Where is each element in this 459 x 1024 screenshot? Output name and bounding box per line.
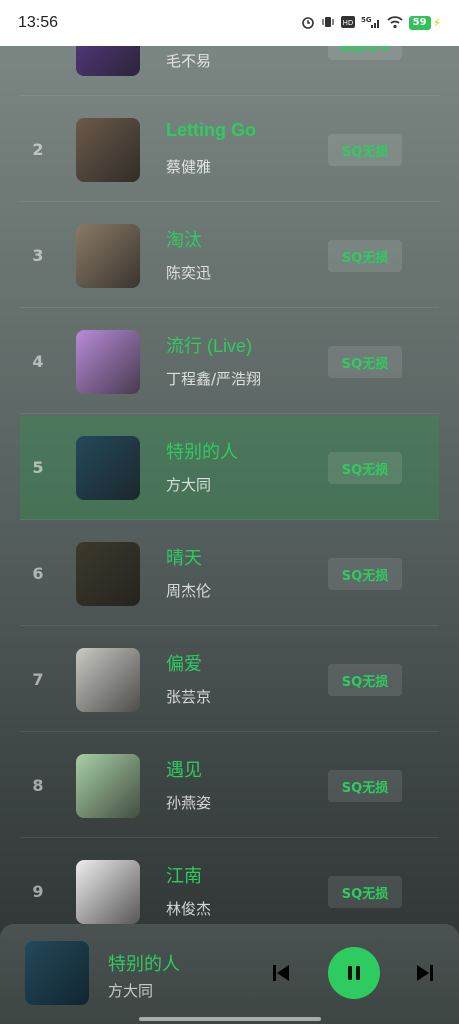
now-playing-title[interactable]: 特别的人 [108, 950, 180, 976]
now-playing-cover[interactable] [25, 941, 89, 1005]
quality-badge: SQ无损 [328, 452, 402, 484]
quality-badge: SQ无损 [328, 876, 402, 908]
battery-indicator: 59 ⚡ [408, 16, 441, 30]
song-title[interactable]: Letting Go [166, 120, 256, 141]
skip-next-icon [417, 965, 433, 981]
status-bar: 13:56 HD 5G 59 ⚡ [0, 0, 459, 46]
svg-text:HD: HD [342, 19, 353, 27]
album-cover [76, 330, 140, 394]
song-artist: 孙燕姿 [166, 794, 212, 812]
song-row[interactable]: 2 Letting Go 蔡健雅 SQ无损 [20, 98, 439, 202]
song-artist: 蔡健雅 [166, 158, 212, 176]
song-index: 3 [32, 246, 44, 265]
song-index: 9 [32, 882, 44, 901]
battery-level: 59 [408, 16, 431, 30]
song-title[interactable]: 江南 [166, 862, 202, 888]
song-artist: 林俊杰 [166, 900, 212, 918]
hd-icon: HD [340, 15, 355, 31]
song-list[interactable]: 毛不易 臻品母带 2 Letting Go 蔡健雅 SQ无损 3 淘汰陈奕迅 SQ无损 4 流行 (… [0, 46, 459, 926]
album-cover [76, 118, 140, 182]
song-artist: 周杰伦 [166, 582, 212, 600]
song-title[interactable]: 晴天 [166, 544, 202, 570]
song-artist: 丁程鑫/严浩翔 [166, 370, 262, 388]
quality-badge: 臻品母带 [328, 46, 402, 60]
quality-badge: SQ无损 [328, 346, 402, 378]
status-time: 13:56 [18, 14, 59, 31]
song-title[interactable]: 流行 (Live) [166, 332, 252, 358]
charging-icon: ⚡ [432, 16, 441, 30]
quality-badge: SQ无损 [328, 558, 402, 590]
home-indicator[interactable] [139, 1017, 321, 1021]
wifi-icon [387, 15, 403, 32]
quality-badge: SQ无损 [328, 134, 402, 166]
song-row[interactable]: 5 特别的人方大同 SQ无损 [20, 416, 439, 520]
song-index: 8 [32, 776, 44, 795]
song-row[interactable]: 7 偏爱张芸京 SQ无损 [20, 628, 439, 732]
song-artist: 毛不易 [166, 52, 212, 70]
song-row[interactable]: 毛不易 臻品母带 [20, 46, 439, 96]
next-button[interactable] [414, 962, 436, 984]
mini-player[interactable]: 特别的人 方大同 [0, 924, 459, 1024]
song-artist: 张芸京 [166, 688, 212, 706]
song-artist: 陈奕迅 [166, 264, 212, 282]
quality-badge: SQ无损 [328, 770, 402, 802]
skip-previous-icon [273, 965, 289, 981]
song-row[interactable]: 4 流行 (Live) 丁程鑫/严浩翔 SQ无损 [20, 310, 439, 414]
vibrate-icon [321, 15, 335, 32]
album-cover [76, 860, 140, 924]
song-index [20, 46, 56, 96]
song-index: 2 [32, 140, 44, 159]
song-row[interactable]: 3 淘汰陈奕迅 SQ无损 [20, 204, 439, 308]
5g-signal-icon: 5G [361, 15, 381, 32]
song-title[interactable]: 偏爱 [166, 650, 202, 676]
song-index: 5 [32, 458, 44, 477]
pause-button[interactable] [328, 947, 380, 999]
song-title[interactable]: 遇见 [166, 756, 202, 782]
previous-button[interactable] [270, 962, 292, 984]
song-index: 4 [32, 352, 44, 371]
song-row[interactable]: 9 江南林俊杰 SQ无损 [20, 840, 439, 926]
alarm-icon [301, 15, 315, 32]
song-index: 6 [32, 564, 44, 583]
song-row[interactable]: 8 遇见孙燕姿 SQ无损 [20, 734, 439, 838]
album-cover [76, 46, 140, 76]
song-row[interactable]: 6 晴天周杰伦 SQ无损 [20, 522, 439, 626]
song-artist: 方大同 [166, 476, 212, 494]
song-title[interactable]: 淘汰 [166, 226, 202, 252]
album-cover [76, 224, 140, 288]
pause-icon [348, 966, 360, 980]
song-title[interactable]: 特别的人 [166, 438, 238, 464]
quality-badge: SQ无损 [328, 664, 402, 696]
album-cover [76, 542, 140, 606]
album-cover [76, 436, 140, 500]
now-playing-artist: 方大同 [108, 982, 154, 1000]
quality-badge: SQ无损 [328, 240, 402, 272]
svg-text:5G: 5G [361, 16, 372, 24]
album-cover [76, 648, 140, 712]
song-index: 7 [32, 670, 44, 689]
album-cover [76, 754, 140, 818]
status-icons: HD 5G 59 ⚡ [301, 15, 441, 32]
